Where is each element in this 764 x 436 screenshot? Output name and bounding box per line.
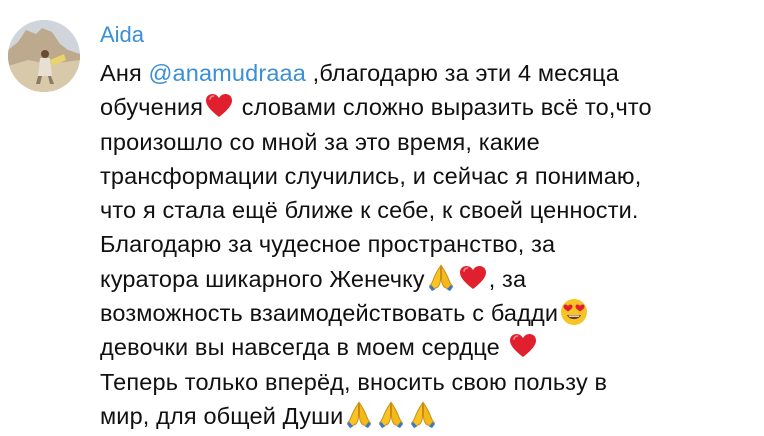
message-line: возможность взаимодействовать с бадди [100, 296, 750, 330]
avatar-photo-icon [8, 20, 80, 92]
line-text: трансформации случились, и сейчас я пони… [100, 162, 642, 189]
message-author[interactable]: Aida [100, 20, 144, 50]
line-text: словами сложно выразить всё то,что [235, 94, 652, 121]
line-text: мир, для общей Души [100, 402, 344, 429]
heart-eyes-face-icon [559, 297, 589, 327]
message-line: Теперь только вперёд, вносить свою польз… [100, 365, 750, 399]
folded-hands-icon [344, 400, 374, 430]
line-text: возможность взаимодействовать с бадди [100, 300, 559, 327]
message-text: Аня @anamudraaa ,благодарю за эти 4 меся… [100, 56, 750, 433]
line-text: куратора шикарного Женечку [100, 265, 425, 292]
message-line: куратора шикарного Женечку , за [100, 262, 750, 296]
line-text: девочки вы навсегда в моем сердце [100, 334, 507, 361]
line-text: Теперь только вперёд, вносить свою польз… [100, 368, 608, 395]
chat-message: Aida Аня @anamudraaa ,благодарю за эти 4… [0, 0, 764, 436]
line-text: ,благодарю за эти 4 месяца [305, 60, 619, 86]
message-line: обучения словами сложно выразить всё то,… [100, 90, 750, 124]
red-heart-icon [508, 331, 538, 361]
folded-hands-icon [426, 263, 456, 293]
message-line: трансформации случились, и сейчас я пони… [100, 159, 750, 193]
message-line: Аня @anamudraaa ,благодарю за эти 4 меся… [100, 56, 750, 90]
folded-hands-icon [376, 400, 406, 430]
message-line: Благодарю за чудесное пространство, за [100, 227, 750, 261]
folded-hands-icon [408, 400, 438, 430]
message-line: мир, для общей Души [100, 399, 750, 433]
message-line: произошло со мной за это время, какие [100, 125, 750, 159]
line-text: , за [488, 265, 527, 292]
line-text: Аня [100, 60, 149, 86]
line-text: произошло со мной за это время, какие [100, 128, 540, 155]
user-mention-link[interactable]: @anamudraaa [149, 60, 306, 86]
avatar[interactable] [8, 20, 80, 92]
line-text: обучения [100, 94, 204, 121]
red-heart-icon [458, 263, 488, 293]
line-text: что я стала ещё ближе к себе, к своей це… [100, 197, 639, 224]
red-heart-icon [204, 91, 234, 121]
message-line: девочки вы навсегда в моем сердце [100, 330, 750, 364]
line-text: Благодарю за чудесное пространство, за [100, 231, 556, 258]
message-line: что я стала ещё ближе к себе, к своей це… [100, 193, 750, 227]
